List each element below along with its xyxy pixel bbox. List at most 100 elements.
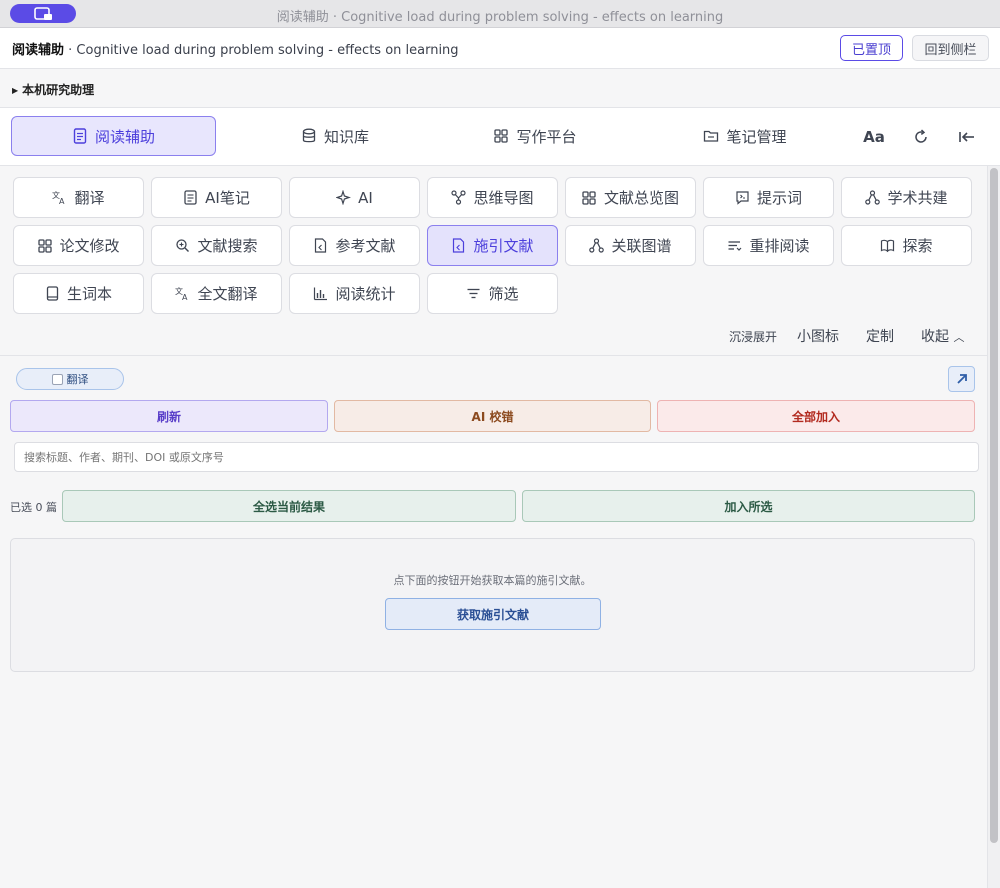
tab-knowledge-base[interactable]: 知识库 [240, 116, 430, 156]
folder-icon [703, 128, 719, 144]
header-bar: 阅读辅助 · Cognitive load during problem sol… [0, 28, 1000, 69]
tab-label: 笔记管理 [726, 127, 787, 146]
notebook-icon [45, 286, 60, 301]
assistant-label: 本机研究助理 [22, 83, 95, 97]
window-title: 阅读辅助 · Cognitive load during problem sol… [276, 10, 724, 25]
section-divider [0, 355, 987, 356]
scrollbar-thumb[interactable] [990, 168, 998, 843]
window-titlebar: 阅读辅助 · Cognitive load during problem sol… [0, 0, 1000, 28]
tool-label: 参考文献 [335, 237, 396, 255]
tab-label: 阅读辅助 [94, 127, 155, 146]
citation-search-input[interactable] [14, 442, 979, 472]
book-icon [880, 238, 895, 253]
collapse-tools-button[interactable]: 收起 ︿ [921, 326, 964, 346]
customize-button[interactable]: 定制 [866, 326, 894, 346]
tool-label: 学术共建 [887, 189, 948, 207]
grid-icon [582, 190, 597, 205]
arrow-up-right-icon [956, 374, 967, 384]
network-icon [589, 238, 605, 253]
grid-icon [37, 238, 52, 253]
mindmap-icon [451, 190, 467, 205]
document-icon [72, 128, 88, 144]
immersive-expand-button[interactable]: 沉浸展开 [729, 328, 777, 345]
add-all-button[interactable]: 全部加入 [657, 400, 975, 432]
collapse-panel-button[interactable] [955, 126, 979, 148]
main-nav: 阅读辅助 知识库 写作平台 笔记管理 Aa [0, 108, 1000, 166]
tool-label: 提示词 [756, 189, 802, 207]
translate-icon: 文A [52, 190, 67, 205]
refresh-button[interactable] [909, 126, 933, 148]
font-size-button[interactable]: Aa [862, 126, 886, 148]
fetch-citing-papers-button[interactable]: 获取施引文献 [385, 598, 601, 630]
note-icon [183, 190, 198, 205]
database-icon [301, 128, 317, 144]
tool-ai-button[interactable]: AI [289, 177, 420, 218]
lines-icon [727, 238, 742, 253]
svg-text:A: A [59, 197, 65, 205]
empty-message: 点下面的按钮开始获取本篇的施引文献。 [393, 574, 592, 587]
tool-filter-button[interactable]: 筛选 [427, 273, 558, 314]
tool-literature-overview-button[interactable]: 文献总览图 [565, 177, 696, 218]
tab-notes-management[interactable]: 笔记管理 [650, 116, 840, 156]
tool-prompts-button[interactable]: 提示词 [703, 177, 834, 218]
tool-references-button[interactable]: 参考文献 [289, 225, 420, 266]
tool-relation-graph-button[interactable]: 关联图谱 [565, 225, 696, 266]
tool-ai-notes-button[interactable]: AI笔记 [151, 177, 282, 218]
empty-state: 点下面的按钮开始获取本篇的施引文献。 获取施引文献 [10, 538, 975, 672]
tool-citing-papers-button[interactable]: 施引文献 [427, 225, 558, 266]
tool-literature-search-button[interactable]: 文献搜索 [151, 225, 282, 266]
file-icon [451, 238, 466, 253]
grid-icon [493, 128, 509, 144]
tool-label: 生词本 [66, 285, 112, 303]
open-external-button[interactable] [948, 366, 975, 392]
refresh-icon [915, 129, 927, 143]
select-all-results-button[interactable]: 全选当前结果 [62, 490, 516, 522]
tool-academic-co-build-button[interactable]: 学术共建 [841, 177, 972, 218]
tool-label: 翻译 [74, 189, 105, 207]
tool-label: 阅读统计 [335, 285, 396, 303]
tool-reading-stats-button[interactable]: 阅读统计 [289, 273, 420, 314]
translate-icon: 文A [175, 286, 190, 301]
collapse-left-icon [959, 132, 974, 142]
tool-translate-button[interactable]: 文 A 翻译 [13, 177, 144, 218]
tab-label: 写作平台 [516, 127, 577, 146]
file-icon [313, 238, 328, 253]
small-icons-button[interactable]: 小图标 [797, 326, 839, 346]
collapse-label: 收起 [921, 329, 949, 345]
filter-icon [466, 286, 481, 301]
refresh-list-button[interactable]: 刷新 [10, 400, 328, 432]
chevron-up-icon: ︿ [953, 331, 965, 344]
assistant-toggle[interactable]: ▶ 本机研究助理 [12, 81, 94, 98]
tool-full-text-translation-button[interactable]: 文 A 全文翻译 [151, 273, 282, 314]
bar-chart-icon [313, 286, 328, 301]
translate-checkbox[interactable] [51, 373, 63, 385]
sparkle-icon [336, 190, 352, 205]
tool-explore-button[interactable]: 探索 [841, 225, 972, 266]
back-to-sidebar-button[interactable]: 回到侧栏 [912, 35, 989, 61]
tab-label: 知识库 [323, 127, 369, 146]
assistant-section[interactable]: ▶ 本机研究助理 [0, 69, 1000, 108]
paper-title: Cognitive load during problem solving - … [76, 43, 459, 58]
network-icon [865, 190, 881, 205]
tool-label: 探索 [902, 237, 933, 255]
app-name: 阅读辅助 [12, 43, 65, 58]
tool-label: 重排阅读 [749, 237, 810, 255]
tool-reflow-reading-button[interactable]: 重排阅读 [703, 225, 834, 266]
tool-label: 全文翻译 [197, 285, 258, 303]
pinned-button[interactable]: 已置顶 [840, 35, 903, 61]
tool-label: AI [358, 188, 373, 207]
chip-label: 翻译 [66, 373, 89, 386]
tab-writing-platform[interactable]: 写作平台 [440, 116, 630, 156]
tool-label: 文献搜索 [197, 237, 258, 255]
translate-toggle-chip[interactable]: 翻译 [16, 368, 124, 390]
tab-reading-assistant[interactable]: 阅读辅助 [11, 116, 216, 156]
document-title: 阅读辅助 · Cognitive load during problem sol… [12, 39, 459, 58]
tool-label: 论文修改 [59, 237, 120, 255]
add-selected-button[interactable]: 加入所选 [522, 490, 975, 522]
tool-vocabulary-button[interactable]: 生词本 [13, 273, 144, 314]
tool-paper-revision-button[interactable]: 论文修改 [13, 225, 144, 266]
tool-mind-map-button[interactable]: 思维导图 [427, 177, 558, 218]
ai-check-button[interactable]: AI 校错 [334, 400, 651, 432]
selected-count: 已选 0 篇 [10, 501, 57, 514]
tool-label: 施引文献 [473, 237, 534, 255]
